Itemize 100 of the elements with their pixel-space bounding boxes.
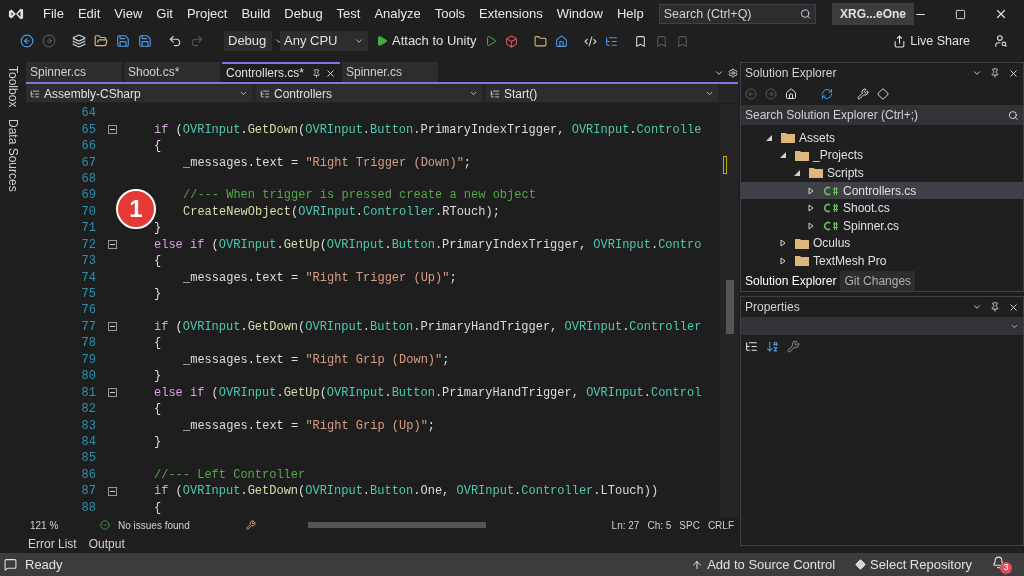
tree-item[interactable]: TextMesh Pro	[741, 252, 1023, 270]
alphabetical-icon[interactable]	[766, 339, 779, 353]
panel-tab[interactable]: Git Changes	[840, 271, 916, 291]
line-ending-indicator[interactable]: CRLF	[707, 517, 734, 533]
toolbar-icon[interactable]	[504, 34, 518, 48]
editor-tab[interactable]: Spinner.cs	[342, 62, 438, 82]
dropdown-caret-icon	[705, 89, 714, 98]
collapse-icon[interactable]	[108, 486, 117, 496]
menu-item[interactable]: Edit	[70, 4, 108, 24]
search-icon	[799, 8, 811, 20]
feedback-icon[interactable]	[994, 34, 1008, 48]
undo-icon[interactable]	[168, 34, 182, 48]
tree-item[interactable]: Scripts	[741, 164, 1023, 182]
indent-indicator[interactable]: SPC	[679, 517, 700, 533]
menu-item[interactable]: Git	[149, 4, 180, 24]
save-all-icon[interactable]	[138, 34, 152, 48]
close-icon[interactable]	[1008, 301, 1019, 313]
tree-item[interactable]: Shoot.cs	[741, 199, 1023, 217]
code-line: {	[154, 335, 162, 353]
side-tab[interactable]: Toolbox	[4, 66, 22, 108]
panel-tab[interactable]: Error List	[28, 535, 77, 553]
notifications-icon[interactable]	[992, 555, 1005, 569]
menu-item[interactable]: File	[35, 4, 71, 24]
platform-dropdown[interactable]: Any CPU	[280, 31, 368, 51]
editor-tab[interactable]: Spinner.cs	[26, 62, 122, 82]
collapse-icon[interactable]	[108, 240, 117, 250]
collapse-icon[interactable]	[108, 388, 117, 398]
menu-item[interactable]: Window	[549, 4, 610, 24]
tree-item-label: Scripts	[827, 165, 864, 182]
search-field[interactable]: Search Solution Explorer (Ctrl+;)	[741, 105, 1023, 125]
folder-icon	[795, 237, 809, 249]
menu-item[interactable]: Project	[179, 4, 235, 24]
line-number: 85	[80, 450, 96, 468]
home-icon[interactable]	[785, 88, 797, 100]
menu-item[interactable]: Tools	[427, 4, 473, 24]
line-number: 78	[80, 335, 96, 353]
play-icon	[376, 35, 388, 47]
code-line: }	[154, 286, 162, 304]
restore-icon[interactable]	[955, 8, 966, 20]
navigation-item-icon	[490, 88, 500, 99]
preview-icon[interactable]	[877, 88, 889, 100]
collapse-icon[interactable]	[108, 125, 117, 135]
folder-search-icon[interactable]	[533, 34, 547, 48]
back-icon[interactable]	[20, 34, 34, 48]
side-tab[interactable]: Data Sources	[4, 119, 22, 193]
settings-icon[interactable]	[728, 68, 738, 78]
run-without-debug-icon[interactable]	[484, 35, 497, 47]
source-control-button[interactable]: Add to Source Control	[691, 554, 836, 575]
pin-icon[interactable]	[312, 68, 321, 78]
column-indicator[interactable]: Ch: 5	[647, 517, 672, 533]
run-button[interactable]: Attach to Unity	[376, 31, 477, 51]
cleanup-icon[interactable]	[246, 520, 256, 530]
navigation-dropdown[interactable]: Assembly-CSharp	[26, 85, 252, 102]
search-field[interactable]: Search (Ctrl+Q)	[658, 4, 816, 24]
close-icon[interactable]	[994, 7, 1008, 21]
line-number: 64	[80, 105, 96, 123]
pin-icon[interactable]	[990, 301, 1000, 312]
refresh-icon[interactable]	[821, 88, 833, 100]
property-pages-icon[interactable]	[787, 339, 800, 353]
menu-item[interactable]: Test	[329, 4, 368, 24]
tree-item[interactable]: Controllers.cs	[741, 181, 1023, 200]
navigation-dropdown[interactable]: Controllers	[256, 85, 482, 102]
open-folder-icon[interactable]	[94, 34, 108, 48]
menu-item[interactable]: Analyze	[367, 4, 428, 24]
zoom-level[interactable]: 121 %	[30, 517, 72, 533]
line-indicator[interactable]: Ln: 27	[611, 517, 640, 533]
tab-list-icon[interactable]	[714, 68, 724, 78]
menu-item[interactable]: Debug	[277, 4, 330, 24]
menu-item[interactable]: View	[107, 4, 150, 24]
tree-item-label: Assets	[799, 129, 835, 147]
line-number: 71	[80, 220, 96, 238]
diamond-icon	[855, 559, 867, 570]
tree-item[interactable]: Spinner.cs	[741, 216, 1023, 235]
navigation-dropdown[interactable]: Start()	[486, 85, 718, 102]
menu-item[interactable]: Help	[609, 4, 651, 24]
pin-icon[interactable]	[990, 67, 1000, 78]
close-tab-icon[interactable]	[325, 67, 336, 79]
close-icon[interactable]	[1008, 67, 1019, 79]
tree-item[interactable]: Oculus	[741, 234, 1023, 253]
bookmark-icon[interactable]	[633, 34, 647, 48]
toolbar-icon[interactable]	[554, 34, 568, 48]
collapse-icon[interactable]	[108, 322, 117, 332]
line-number: 66	[80, 138, 96, 156]
output-icon[interactable]	[4, 558, 17, 571]
categorized-icon[interactable]	[745, 339, 758, 353]
toolbar-icon[interactable]	[583, 34, 597, 48]
repository-button[interactable]: Select Repository	[855, 554, 972, 575]
menu-item[interactable]: Build	[234, 4, 278, 24]
panel-tab[interactable]: Output	[88, 535, 125, 553]
live-share-button[interactable]: Live Share	[893, 31, 970, 51]
issues-status[interactable]: No issues found	[118, 517, 238, 533]
toolbar-icon[interactable]	[604, 34, 618, 48]
save-icon[interactable]	[116, 34, 130, 48]
editor-tab[interactable]: Shoot.cs*	[124, 62, 220, 82]
vertical-scrollbar[interactable]	[720, 104, 738, 517]
tree-item[interactable]: Assets	[741, 129, 1023, 147]
properties-icon[interactable]	[857, 88, 869, 100]
tree-item[interactable]: _Projects	[741, 146, 1023, 165]
menu-item[interactable]: Extensions	[472, 4, 550, 24]
new-project-icon[interactable]	[72, 34, 86, 48]
